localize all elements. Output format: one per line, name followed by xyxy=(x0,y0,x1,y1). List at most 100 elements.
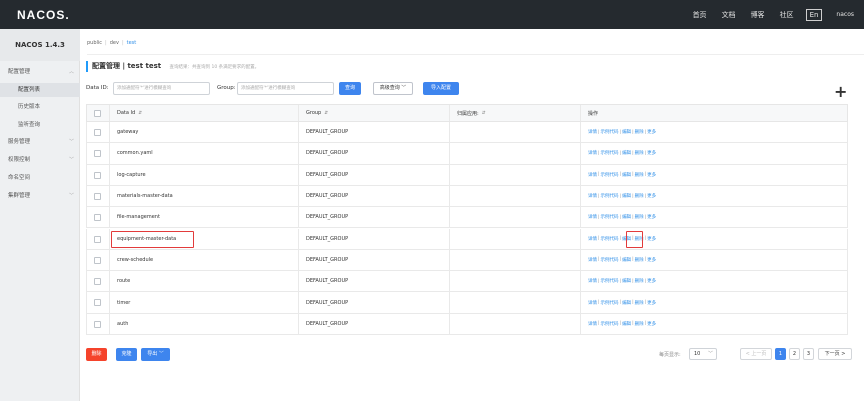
sort-icon[interactable]: ⇵ xyxy=(482,111,486,116)
edit-link[interactable]: 编辑 xyxy=(622,257,631,263)
sidebar-item-namespace[interactable]: 命名空间 xyxy=(0,171,80,185)
detail-link[interactable]: 详情 xyxy=(588,193,597,199)
detail-link[interactable]: 详情 xyxy=(588,278,597,284)
row-checkbox[interactable] xyxy=(94,150,101,158)
sample-code-link[interactable]: 示例代码 xyxy=(601,236,619,242)
nav-docs[interactable]: 文档 xyxy=(722,10,736,20)
add-config-icon[interactable]: + xyxy=(834,84,847,100)
delete-link[interactable]: 删除 xyxy=(635,150,644,156)
delete-link[interactable]: 删除 xyxy=(635,172,644,178)
clone-button[interactable]: 克隆 xyxy=(116,348,137,361)
page-size-select[interactable]: 10 ﹀ xyxy=(689,348,717,360)
sidebar-item-service-management[interactable]: 服务管理 ﹀ xyxy=(0,135,80,149)
sample-code-link[interactable]: 示例代码 xyxy=(601,257,619,263)
sidebar-item-history[interactable]: 历史版本 xyxy=(0,100,80,114)
user-name[interactable]: nacos xyxy=(836,11,854,18)
nav-community[interactable]: 社区 xyxy=(780,10,794,20)
group-search-input[interactable]: 添加通配符'*'进行模糊查询 xyxy=(237,82,334,95)
more-link[interactable]: 更多 xyxy=(647,278,656,284)
edit-link[interactable]: 编辑 xyxy=(622,193,631,199)
more-link[interactable]: 更多 xyxy=(647,193,656,199)
prev-page-button[interactable]: < 上一页 xyxy=(740,348,772,360)
detail-link[interactable]: 详情 xyxy=(588,300,597,306)
detail-link[interactable]: 详情 xyxy=(588,214,597,220)
row-checkbox[interactable] xyxy=(94,171,101,179)
detail-link[interactable]: 详情 xyxy=(588,321,597,327)
detail-link[interactable]: 详情 xyxy=(588,150,597,156)
row-checkbox[interactable] xyxy=(94,192,101,200)
sample-code-link[interactable]: 示例代码 xyxy=(601,214,619,220)
delete-link[interactable]: 删除 xyxy=(635,257,644,263)
detail-link[interactable]: 详情 xyxy=(588,172,597,178)
more-link[interactable]: 更多 xyxy=(647,129,656,135)
edit-link[interactable]: 编辑 xyxy=(622,172,631,178)
delete-link[interactable]: 删除 xyxy=(635,321,644,327)
detail-link[interactable]: 详情 xyxy=(588,257,597,263)
more-link[interactable]: 更多 xyxy=(647,321,656,327)
page-2-button[interactable]: 2 xyxy=(789,348,800,360)
table-row: route DEFAULT_GROUP 详情 | 示例代码 | 编辑 | 删除 | 更多 xyxy=(86,271,848,293)
import-config-button[interactable]: 导入配置 xyxy=(423,82,459,95)
col-app[interactable]: 归属应用: ⇵ xyxy=(451,105,485,121)
row-checkbox[interactable] xyxy=(94,299,101,307)
row-checkbox[interactable] xyxy=(94,129,101,136)
row-checkbox[interactable] xyxy=(94,256,101,264)
sidebar-item-config-list[interactable]: 配置列表 xyxy=(0,83,80,97)
row-checkbox[interactable] xyxy=(94,278,101,286)
detail-link[interactable]: 详情 xyxy=(588,129,597,135)
sidebar-item-cluster-management[interactable]: 集群管理 ﹀ xyxy=(0,189,80,203)
more-link[interactable]: 更多 xyxy=(647,300,656,306)
namespace-dev[interactable]: dev xyxy=(110,40,119,46)
delete-link[interactable]: 删除 xyxy=(635,278,644,284)
namespace-public[interactable]: public xyxy=(87,40,102,46)
query-button[interactable]: 查询 xyxy=(339,82,361,95)
edit-link[interactable]: 编辑 xyxy=(622,278,631,284)
row-checkbox[interactable] xyxy=(94,235,101,243)
more-link[interactable]: 更多 xyxy=(647,172,656,178)
sort-icon[interactable]: ⇵ xyxy=(138,111,142,116)
dataid-search-input[interactable]: 添加通配符'*'进行模糊查询 xyxy=(113,82,210,95)
export-button[interactable]: 导出 ﹀ xyxy=(141,348,170,361)
batch-delete-button[interactable]: 删除 xyxy=(86,348,107,361)
next-page-button[interactable]: 下一页 > xyxy=(818,348,852,360)
namespace-test[interactable]: test xyxy=(127,40,137,46)
detail-link[interactable]: 详情 xyxy=(588,236,597,242)
advanced-query-button[interactable]: 高级查询 ﹀ xyxy=(373,82,413,95)
language-toggle[interactable]: En xyxy=(805,8,823,21)
col-dataid[interactable]: Data Id ⇵ xyxy=(111,105,142,121)
more-link[interactable]: 更多 xyxy=(647,257,656,263)
edit-link[interactable]: 编辑 xyxy=(622,129,631,135)
sidebar-item-config-management[interactable]: 配置管理 ︿ xyxy=(0,65,80,79)
row-checkbox[interactable] xyxy=(94,320,101,328)
sample-code-link[interactable]: 示例代码 xyxy=(601,150,619,156)
row-group: DEFAULT_GROUP xyxy=(306,193,349,200)
more-link[interactable]: 更多 xyxy=(647,236,656,242)
row-checkbox[interactable] xyxy=(94,214,101,222)
more-link[interactable]: 更多 xyxy=(647,150,656,156)
delete-link[interactable]: 删除 xyxy=(635,129,644,135)
edit-link[interactable]: 编辑 xyxy=(622,150,631,156)
sample-code-link[interactable]: 示例代码 xyxy=(601,172,619,178)
page-3-button[interactable]: 3 xyxy=(803,348,814,360)
page-1-button[interactable]: 1 xyxy=(775,348,786,360)
edit-link[interactable]: 编辑 xyxy=(622,321,631,327)
nav-blog[interactable]: 博客 xyxy=(751,10,765,20)
nacos-logo[interactable]: NACOS. xyxy=(17,8,70,22)
select-all-checkbox[interactable] xyxy=(94,110,101,117)
delete-link[interactable]: 删除 xyxy=(635,300,644,306)
sample-code-link[interactable]: 示例代码 xyxy=(601,193,619,199)
sample-code-link[interactable]: 示例代码 xyxy=(601,300,619,306)
sort-icon[interactable]: ⇵ xyxy=(324,111,328,116)
edit-link[interactable]: 编辑 xyxy=(622,214,631,220)
sample-code-link[interactable]: 示例代码 xyxy=(601,321,619,327)
edit-link[interactable]: 编辑 xyxy=(622,300,631,306)
col-group[interactable]: Group ⇵ xyxy=(300,105,328,121)
delete-link[interactable]: 删除 xyxy=(635,193,644,199)
sidebar-item-listener-query[interactable]: 监听查询 xyxy=(0,118,80,132)
sample-code-link[interactable]: 示例代码 xyxy=(601,278,619,284)
nav-home[interactable]: 首页 xyxy=(693,10,707,20)
sidebar-item-access-control[interactable]: 权限控制 ﹀ xyxy=(0,153,80,167)
sample-code-link[interactable]: 示例代码 xyxy=(601,129,619,135)
more-link[interactable]: 更多 xyxy=(647,214,656,220)
delete-link[interactable]: 删除 xyxy=(635,214,644,220)
